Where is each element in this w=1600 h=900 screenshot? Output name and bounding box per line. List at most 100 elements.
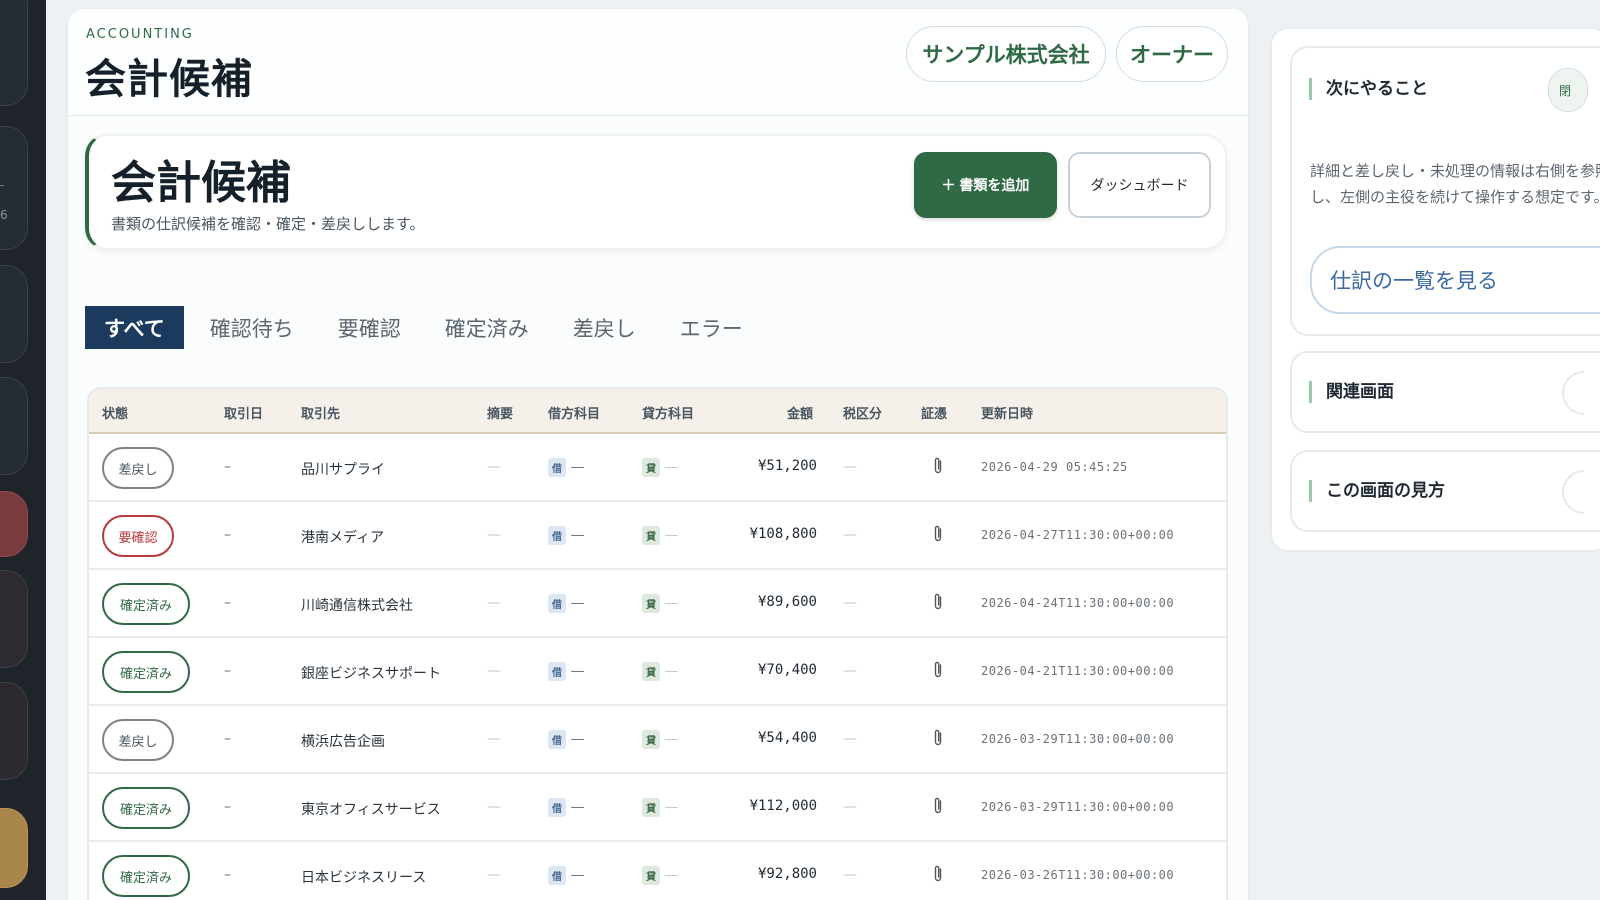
paperclip-icon[interactable] [932, 796, 944, 816]
table-row[interactable]: 確定済み – 日本ビジネスリース — 借 — 貸 — ¥92,800—2026-03-26T… [89, 842, 1226, 900]
tax-category: — [843, 867, 857, 883]
status-badge[interactable]: 差戻し [102, 447, 174, 489]
column-header[interactable]: 証憑 [921, 403, 947, 422]
paperclip-icon[interactable] [932, 728, 944, 748]
updated-at: 2026-03-29T11:30:00+00:00 [981, 800, 1175, 814]
updated-at: 2026-03-29T11:30:00+00:00 [981, 732, 1175, 746]
paperclip-icon[interactable] [932, 592, 944, 612]
tax-category: — [843, 595, 857, 611]
rail-item[interactable] [0, 0, 28, 106]
debit-tag: 借 [548, 662, 566, 681]
status-badge[interactable]: 確定済み [102, 583, 190, 625]
credit-value: — [664, 799, 679, 816]
memo: — [487, 527, 501, 543]
column-header[interactable]: 貸方科目 [642, 403, 694, 422]
role-pill[interactable]: オーナー [1116, 26, 1228, 82]
column-header[interactable]: 更新日時 [981, 403, 1033, 422]
column-header[interactable]: 税区分 [843, 403, 882, 422]
status-badge[interactable]: 確定済み [102, 651, 190, 693]
paperclip-icon[interactable] [932, 524, 944, 544]
status-badge[interactable]: 差戻し [102, 719, 174, 761]
memo: — [487, 731, 501, 747]
debit-account: 借 — [548, 730, 584, 749]
amount: ¥112,000 [749, 798, 817, 814]
column-header[interactable]: 状態 [102, 403, 128, 422]
table-row[interactable]: 差戻し – 品川サプライ — 借 — 貸 — ¥51,200—2026-04-29 05:4… [89, 434, 1226, 502]
tax-category: — [843, 731, 857, 747]
journal-list-link[interactable]: 仕訳の一覧を見る [1310, 246, 1600, 314]
rail-item-active[interactable] [0, 491, 28, 557]
debit-value: — [570, 731, 585, 748]
table-row[interactable]: 確定済み – 川崎通信株式会社 — 借 — 貸 — ¥89,600—2026-04-24T1… [89, 570, 1226, 638]
chevron-icon[interactable] [1562, 371, 1584, 415]
tab-returned[interactable]: 差戻し [555, 306, 654, 349]
partner-name[interactable]: 横浜広告企画 [301, 731, 385, 751]
rail-item[interactable] [0, 265, 28, 363]
partner-name[interactable]: 港南メディア [301, 527, 384, 547]
table-row[interactable]: 確定済み – 東京オフィスサービス — 借 — 貸 — ¥112,000—2026-03-2… [89, 774, 1226, 842]
amount: ¥51,200 [757, 458, 817, 474]
related-screens-title: 関連画面 [1309, 381, 1394, 403]
chevron-icon[interactable] [1562, 470, 1584, 514]
partner-name[interactable]: 日本ビジネスリース [301, 867, 426, 887]
memo: — [487, 459, 501, 475]
memo: — [487, 595, 501, 611]
credit-tag: 貸 [642, 798, 660, 817]
howto-card[interactable]: この画面の見方 [1290, 450, 1600, 532]
credit-value: — [664, 595, 679, 612]
debit-account: 借 — [548, 458, 584, 477]
partner-name[interactable]: 東京オフィスサービス [301, 799, 441, 819]
credit-tag: 貸 [642, 458, 660, 477]
tab-all[interactable]: すべて [85, 306, 184, 349]
tab-error[interactable]: エラー [662, 306, 761, 349]
hero-title: 会計候補 [111, 156, 292, 209]
memo: — [487, 799, 501, 815]
status-badge[interactable]: 確定済み [102, 787, 190, 829]
tab-confirmed[interactable]: 確定済み [427, 306, 547, 349]
table-row[interactable]: 要確認 – 港南メディア — 借 — 貸 — ¥108,800—2026-04-27T11:… [89, 502, 1226, 570]
amount: ¥54,400 [757, 730, 817, 746]
column-header[interactable]: 金額 [787, 403, 813, 422]
column-header[interactable]: 摘要 [487, 403, 513, 422]
memo: — [487, 867, 501, 883]
tab-needs-review[interactable]: 要確認 [320, 306, 419, 349]
next-steps-card: 次にやること 閉 詳細と差し戻し・未処理の情報は右側を参照し、左側の主役を続けて… [1290, 46, 1600, 336]
rail-item[interactable] [0, 377, 28, 475]
amount: ¥70,400 [757, 662, 817, 678]
partner-name[interactable]: 川崎通信株式会社 [301, 595, 413, 615]
table-row[interactable]: 差戻し – 横浜広告企画 — 借 — 貸 — ¥54,400—2026-03-29T11:3… [89, 706, 1226, 774]
app-rail: - 6 [0, 0, 46, 900]
memo: — [487, 663, 501, 679]
tab-pending[interactable]: 確認待ち [192, 306, 312, 349]
related-screens-card[interactable]: 関連画面 [1290, 351, 1600, 433]
column-header[interactable]: 取引日 [224, 403, 263, 422]
column-header[interactable]: 取引先 [301, 403, 340, 422]
status-badge[interactable]: 要確認 [102, 515, 174, 557]
howto-title: この画面の見方 [1309, 480, 1445, 502]
company-pill[interactable]: サンプル株式会社 [906, 26, 1106, 82]
paperclip-icon[interactable] [932, 456, 944, 476]
close-chip[interactable]: 閉 [1548, 68, 1588, 112]
candidates-table: 状態 取引日 取引先 摘要 借方科目 貸方科目 金額 税区分 証憑 更新日時 差… [87, 387, 1228, 900]
rail-item[interactable] [0, 682, 28, 780]
tax-category: — [843, 527, 857, 543]
paperclip-icon[interactable] [932, 864, 944, 884]
table-row[interactable]: 確定済み – 銀座ビジネスサポート — 借 — 貸 — ¥70,400—2026-04-21… [89, 638, 1226, 706]
debit-value: — [570, 867, 585, 884]
column-header[interactable]: 借方科目 [548, 403, 600, 422]
partner-name[interactable]: 銀座ビジネスサポート [301, 663, 441, 683]
debit-account: 借 — [548, 866, 584, 885]
debit-tag: 借 [548, 594, 566, 613]
add-document-button[interactable]: ＋ 書類を追加 [914, 152, 1057, 218]
rail-avatar[interactable] [0, 808, 28, 888]
status-badge[interactable]: 確定済み [102, 855, 190, 897]
paperclip-icon[interactable] [932, 660, 944, 680]
rail-glyph: - [0, 178, 5, 192]
table-body: 差戻し – 品川サプライ — 借 — 貸 — ¥51,200—2026-04-29 05:4… [89, 434, 1226, 900]
partner-name[interactable]: 品川サプライ [301, 459, 385, 479]
debit-tag: 借 [548, 458, 566, 477]
rail-item[interactable] [0, 570, 28, 668]
dashboard-button[interactable]: ダッシュボード [1068, 152, 1211, 218]
debit-value: — [570, 595, 585, 612]
status-tabs: すべて 確認待ち 要確認 確定済み 差戻し エラー [85, 306, 769, 349]
